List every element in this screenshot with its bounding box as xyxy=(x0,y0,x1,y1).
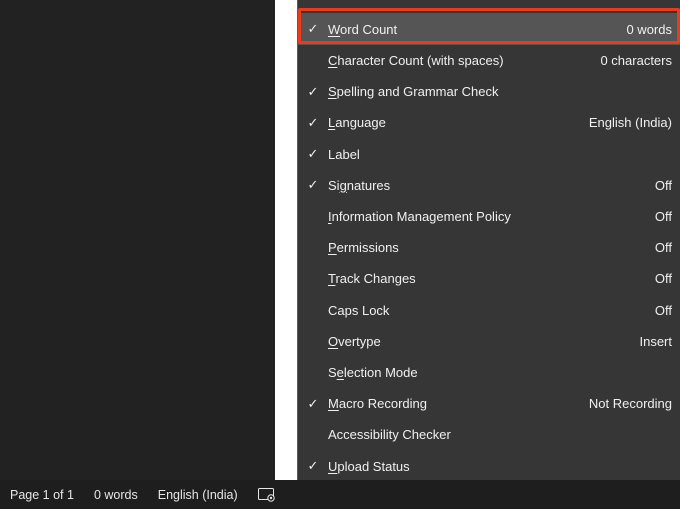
menu-item-value: Off xyxy=(655,178,680,193)
menu-item-label: Spelling and Grammar Check xyxy=(328,84,672,99)
menu-item-2[interactable]: ✓Spelling and Grammar Check xyxy=(298,76,680,107)
menu-item-value: Off xyxy=(655,209,680,224)
menu-item-partial[interactable] xyxy=(298,0,680,13)
menu-item-11[interactable]: Selection Mode xyxy=(298,357,680,388)
status-word-count[interactable]: 0 words xyxy=(84,480,148,509)
menu-item-3[interactable]: ✓LanguageEnglish (India) xyxy=(298,107,680,138)
menu-item-7[interactable]: PermissionsOff xyxy=(298,232,680,263)
check-icon: ✓ xyxy=(298,21,328,37)
menu-item-value: 0 words xyxy=(626,22,680,37)
menu-item-0[interactable]: ✓Word Count0 words xyxy=(298,13,680,45)
check-icon: ✓ xyxy=(298,84,328,100)
menu-item-label: Information Management Policy xyxy=(328,209,655,224)
menu-item-label: Label xyxy=(328,147,672,162)
menu-item-9[interactable]: Caps LockOff xyxy=(298,295,680,326)
menu-item-label: Accessibility Checker xyxy=(328,427,672,442)
document-background xyxy=(0,0,275,480)
menu-item-label: Character Count (with spaces) xyxy=(328,53,600,68)
check-icon: ✓ xyxy=(298,458,328,474)
menu-item-5[interactable]: ✓SignaturesOff xyxy=(298,170,680,201)
macro-record-icon xyxy=(258,488,276,502)
menu-item-label: Caps Lock xyxy=(328,303,655,318)
status-macro-icon[interactable] xyxy=(248,480,286,509)
document-page-edge xyxy=(275,0,297,480)
menu-item-13[interactable]: Accessibility Checker xyxy=(298,419,680,450)
menu-item-label: Overtype xyxy=(328,334,639,349)
menu-item-label: Upload Status xyxy=(328,459,672,474)
menu-item-label: Macro Recording xyxy=(328,396,589,411)
check-icon: ✓ xyxy=(298,396,328,412)
menu-item-label: Language xyxy=(328,115,589,130)
menu-item-value: 0 characters xyxy=(600,53,680,68)
status-language[interactable]: English (India) xyxy=(148,480,248,509)
status-bar-customize-menu: ✓Word Count0 wordsCharacter Count (with … xyxy=(297,0,680,509)
menu-item-1[interactable]: Character Count (with spaces)0 character… xyxy=(298,45,680,76)
check-icon: ✓ xyxy=(298,177,328,193)
menu-item-label: Selection Mode xyxy=(328,365,672,380)
menu-item-label: Permissions xyxy=(328,240,655,255)
menu-item-10[interactable]: OvertypeInsert xyxy=(298,326,680,357)
menu-item-value: Off xyxy=(655,271,680,286)
menu-item-value: English (India) xyxy=(589,115,680,130)
menu-item-value: Insert xyxy=(639,334,680,349)
menu-item-12[interactable]: ✓Macro RecordingNot Recording xyxy=(298,388,680,419)
menu-item-8[interactable]: Track ChangesOff xyxy=(298,263,680,294)
menu-item-value: Not Recording xyxy=(589,396,680,411)
menu-item-6[interactable]: Information Management PolicyOff xyxy=(298,201,680,232)
menu-item-14[interactable]: ✓Upload Status xyxy=(298,450,680,481)
check-icon: ✓ xyxy=(298,146,328,162)
menu-item-4[interactable]: ✓Label xyxy=(298,139,680,170)
menu-item-label: Signatures xyxy=(328,178,655,193)
status-bar: Page 1 of 1 0 words English (India) xyxy=(0,480,680,509)
menu-item-label: Word Count xyxy=(328,22,626,37)
menu-item-value: Off xyxy=(655,303,680,318)
menu-item-label: Track Changes xyxy=(328,271,655,286)
status-page[interactable]: Page 1 of 1 xyxy=(0,480,84,509)
check-icon: ✓ xyxy=(298,115,328,131)
menu-item-value: Off xyxy=(655,240,680,255)
